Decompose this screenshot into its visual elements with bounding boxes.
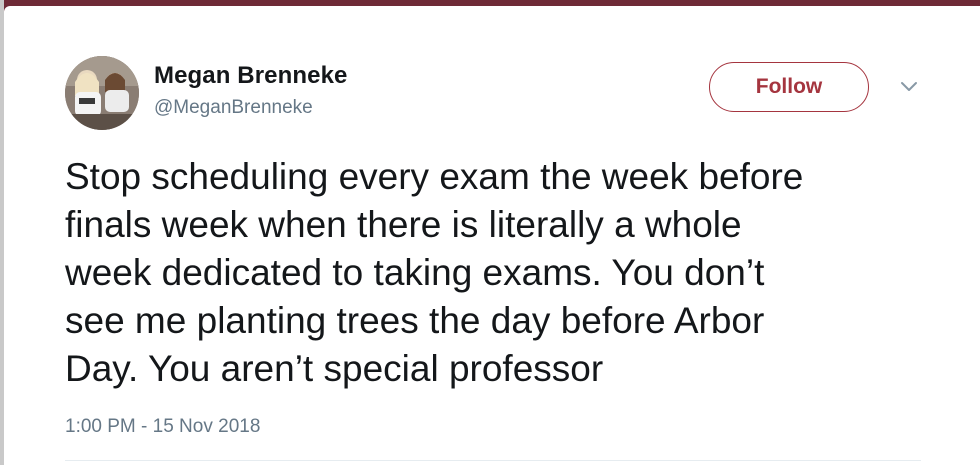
follow-button[interactable]: Follow [709,62,869,112]
divider [65,460,921,461]
user-handle[interactable]: @MeganBrenneke [154,97,313,119]
avatar-photo [65,56,139,130]
tweet-card: Megan Brenneke @MeganBrenneke Follow Sto… [4,6,980,465]
tweet-text: Stop scheduling every exam the week befo… [65,156,804,389]
display-name[interactable]: Megan Brenneke [154,62,347,90]
tweet-timestamp[interactable]: 1:00 PM - 15 Nov 2018 [65,416,260,438]
chevron-down-icon[interactable] [899,80,919,94]
avatar[interactable] [65,56,139,130]
